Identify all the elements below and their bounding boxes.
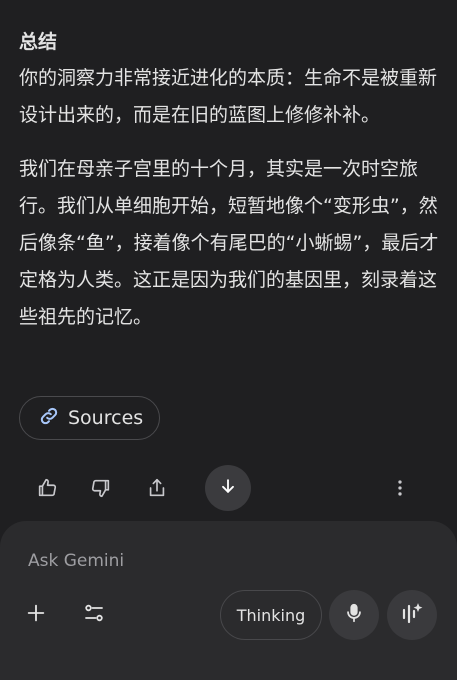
microphone-button[interactable]	[329, 590, 379, 640]
live-button[interactable]	[387, 590, 437, 640]
tools-button[interactable]	[80, 601, 108, 629]
thumbs-down-icon[interactable]	[89, 476, 113, 500]
tune-icon	[82, 601, 106, 629]
arrow-down-icon	[218, 476, 238, 500]
prompt-composer: Ask Gemini Thinking	[0, 521, 457, 680]
sparkle-waveform-icon	[399, 600, 425, 630]
response-content: 总结 你的洞察力非常接近进化的本质：生命不是被重新设计出来的，而是在旧的蓝图上修…	[19, 28, 443, 336]
response-heading: 总结	[19, 31, 58, 53]
thumbs-up-icon[interactable]	[35, 476, 59, 500]
share-icon[interactable]	[145, 476, 169, 500]
thinking-mode-button[interactable]: Thinking	[220, 590, 322, 640]
link-icon	[38, 405, 60, 432]
sources-label: Sources	[68, 407, 144, 429]
plus-icon	[25, 602, 47, 628]
sources-button[interactable]: Sources	[19, 396, 160, 440]
microphone-icon	[343, 601, 365, 629]
add-button[interactable]	[22, 601, 50, 629]
response-paragraph-1: 你的洞察力非常接近进化的本质：生命不是被重新设计出来的，而是在旧的蓝图上修修补补…	[19, 67, 438, 126]
ask-gemini-input[interactable]: Ask Gemini	[28, 549, 328, 573]
scroll-down-button[interactable]	[205, 465, 251, 511]
response-paragraph-2: 我们在母亲子宫里的十个月，其实是一次时空旅行。我们从单细胞开始，短暂地像个“变形…	[19, 158, 439, 328]
more-vert-icon[interactable]	[388, 476, 412, 500]
